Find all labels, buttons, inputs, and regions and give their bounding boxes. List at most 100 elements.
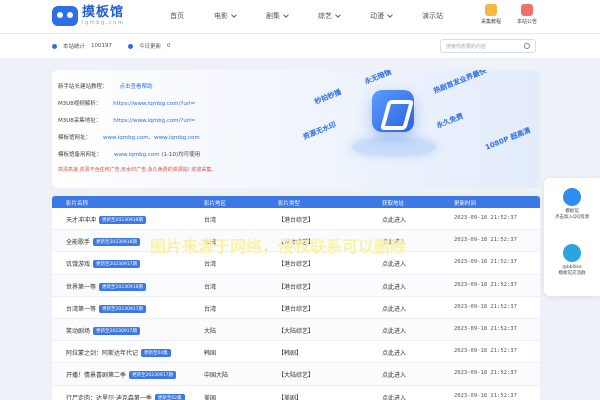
update-badge: 更新至20230917期 (93, 260, 140, 269)
m3u8-collect-link[interactable]: https://www.iqmbg.com/?url= (113, 118, 195, 124)
update-time: 2023-09-18 21:52:37 (454, 348, 517, 355)
telegram-link[interactable]: @bbllike 模板馆交流群 (544, 244, 600, 278)
movie-name[interactable]: 阿拉蒙之剑：阿斯达年代记 更新至04集 (66, 348, 171, 358)
table-row: 行尸走肉：达里尔·迪克森第一季 更新至02集 美国 【美剧】 点此进入 2023-09-1… (52, 385, 540, 400)
chevron-down-icon (387, 12, 393, 18)
update-time: 2023-09-18 21:52:37 (454, 325, 517, 332)
table-row: 台湾第一等 更新至20230917期 台湾 【港台综艺】 点此进入 2023-09-18 … (52, 296, 540, 319)
nav-movies[interactable]: 电影 (214, 11, 237, 21)
movie-name[interactable]: 笑动剧场 更新至20230917期 (66, 326, 140, 335)
update-badge: 更新至04集 (141, 349, 171, 358)
movie-name[interactable]: 开播！情景喜剧第二季 更新至20230917期 (66, 370, 176, 380)
nav-variety[interactable]: 综艺 (318, 11, 341, 21)
enter-link[interactable]: 点此进入 (382, 304, 406, 313)
enter-link[interactable]: 点此进入 (382, 348, 406, 357)
qq-icon (563, 188, 581, 206)
enter-link[interactable]: 点此进入 (382, 370, 406, 379)
movie-type: 【韩剧】 (278, 350, 303, 358)
telegram-icon (563, 244, 581, 262)
top-header: 摸板馆 i q m b g . c o m 首页 电影 剧集 综艺 动漫 演示站… (0, 0, 600, 34)
update-time: 2023-09-18 21:52:37 (454, 281, 517, 288)
tutorial-button[interactable]: 采集教程 (476, 4, 506, 25)
nav-anime[interactable]: 动漫 (370, 11, 393, 21)
notice-button[interactable]: 本站公告 (512, 4, 542, 25)
movie-type: 【大陆综艺】 (278, 372, 315, 380)
enter-link[interactable]: 点此进入 (382, 282, 406, 291)
chevron-down-icon (231, 12, 237, 18)
movie-type: 【港台综艺】 (278, 305, 315, 313)
nav-series[interactable]: 剧集 (266, 11, 289, 21)
site-link[interactable]: www.iqmbg.com、www.iqmbg.com (103, 135, 200, 141)
logo-subtitle: i q m b g . c o m (82, 20, 123, 26)
deco-text: 热剧首发业界最快 (432, 70, 488, 96)
gift-icon (521, 4, 533, 16)
watermark: 图片来源于网络，侵权联系可以删除 (150, 237, 407, 257)
deco-text: 秒拍秒播 (313, 88, 343, 106)
movie-type: 【美剧】 (278, 394, 303, 400)
table-row: 天才冲冲冲 更新至20230918期 台湾 【港台综艺】 点此进入 2023-09-18 … (52, 208, 540, 231)
deco-text: 1080P 超高清 (484, 126, 532, 152)
table-row: 世界第一等 更新至20230918期 台湾 【港台综艺】 点此进入 2023-09-18 … (52, 274, 540, 297)
enter-link[interactable]: 点此进入 (382, 259, 406, 268)
table-row: 笑动剧场 更新至20230917期 大陆 【大陆综艺】 点此进入 2023-09-18 2… (52, 318, 540, 342)
hero-platform (352, 140, 436, 154)
search-icon[interactable] (524, 43, 530, 49)
logo-icon (52, 6, 78, 26)
help-link[interactable]: 点击查看帮助 (120, 84, 153, 90)
today-stat: 今日更新 0 (128, 42, 171, 50)
movie-name[interactable]: 全能歌手 更新至20230918期 (66, 237, 140, 247)
enter-link[interactable]: 点此进入 (382, 326, 406, 335)
enter-link[interactable]: 点此进入 (382, 393, 406, 400)
update-badge: 更新至02集 (154, 393, 185, 400)
movie-name[interactable]: 台湾第一等 更新至20230917期 (66, 304, 146, 313)
update-time: 2023-09-18 21:52:37 (454, 303, 517, 310)
deco-text: 资源无水印 (301, 120, 338, 142)
hero-line-m3u8-collect: M3U8采集地址： https://www.iqmbg.com/?url= (58, 118, 196, 124)
movie-region: 台湾 (204, 217, 217, 224)
movie-region: 大陆 (204, 327, 217, 335)
enter-link[interactable]: 点此进入 (382, 215, 406, 224)
logo-badge-icon (372, 90, 414, 132)
hero-line-tutorial: 新手站长建站教程： 点击查看帮助 (58, 84, 153, 90)
site-logo[interactable]: 摸板馆 i q m b g . c o m (52, 6, 124, 26)
nav-home[interactable]: 首页 (170, 11, 184, 21)
movie-region: 台湾 (204, 283, 217, 291)
bulb-icon (485, 4, 497, 16)
movie-region: 中国大陆 (204, 372, 229, 380)
update-badge: 更新至20230918期 (99, 282, 146, 291)
logo-title: 摸板馆 (82, 5, 125, 20)
hero-warning: 高清高速,资源不含任何广告,无水印广告,永久免费的资源站! 欢迎采集。 (58, 167, 217, 173)
update-badge: 更新至20230917期 (99, 304, 146, 313)
movie-name[interactable]: 世界第一等 更新至20230918期 (66, 282, 146, 291)
table-header: 影片名称 影片地区 影片类型 获取地址 更新时间 (52, 196, 540, 208)
movie-name[interactable]: 饥饿游戏 更新至20230917期 (66, 259, 140, 269)
hero-banner: 新手站长建站教程： 点击查看帮助 M3U8视频解析： https://www.iqm… (52, 70, 540, 188)
update-badge: 更新至20230918期 (99, 216, 146, 224)
movie-region: 美国 (204, 394, 217, 400)
chevron-down-icon (335, 12, 341, 18)
movie-region: 韩国 (204, 350, 217, 358)
main-nav: 首页 电影 剧集 综艺 动漫 演示站 (170, 11, 443, 21)
movie-name[interactable]: 天才冲冲冲 更新至20230918期 (66, 215, 146, 224)
update-badge: 更新至20230917期 (129, 371, 176, 380)
updates-table: 影片名称 影片地区 影片类型 获取地址 更新时间 天才冲冲冲 更新至2023091… (52, 196, 540, 400)
search-input[interactable]: 搜索你想要的内容 (440, 39, 536, 53)
movie-name[interactable]: 行尸走肉：达里尔·迪克森第一季 更新至02集 (66, 393, 185, 400)
update-time: 2023-09-18 21:52:37 (454, 215, 517, 221)
movie-type: 【港台综艺】 (278, 217, 315, 224)
qq-group-link[interactable]: 模板馆 点击加入QQ资源 (544, 188, 600, 222)
update-time: 2023-09-18 21:52:37 (454, 237, 517, 244)
stats-bar: 本站统计 100197 今日更新 0 搜索你想要的内容 (0, 34, 600, 58)
update-time: 2023-09-18 21:52:37 (454, 370, 517, 377)
update-time: 2023-09-18 21:52:37 (454, 259, 517, 266)
update-badge: 更新至20230918期 (93, 238, 140, 247)
movie-type: 【大陆综艺】 (278, 327, 315, 335)
deco-text: 永无暗镜 (363, 70, 393, 86)
float-panel: 模板馆 点击加入QQ资源 @bbllike 模板馆交流群 (544, 178, 600, 296)
movie-region: 台湾 (204, 305, 217, 313)
nav-demo[interactable]: 演示站 (422, 11, 443, 21)
m3u8-parse-link[interactable]: https://www.iqmbg.com/?url= (113, 101, 195, 107)
table-row: 阿拉蒙之剑：阿斯达年代记 更新至04集 韩国 【韩剧】 点此进入 2023-09-18 2… (52, 341, 540, 364)
hero-line-m3u8-parse: M3U8视频解析： https://www.iqmbg.com/?url= (58, 101, 196, 107)
backup-link[interactable]: www.iqmbg.com (114, 152, 160, 158)
